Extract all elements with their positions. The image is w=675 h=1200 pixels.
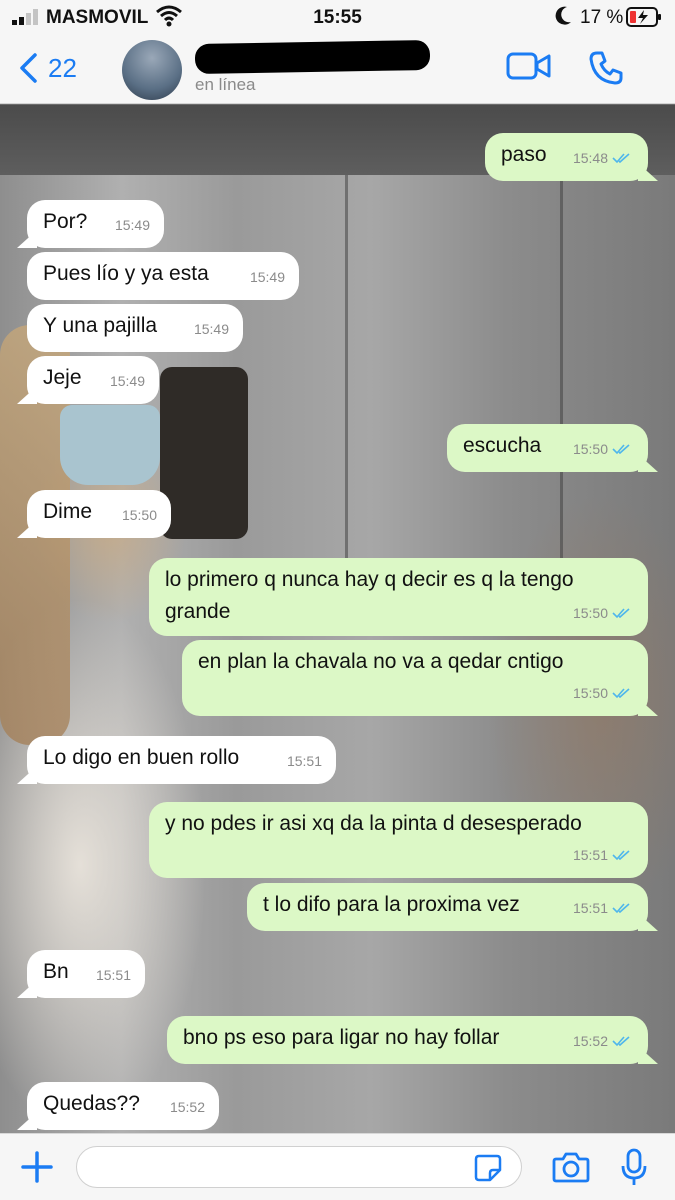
message-meta: 15:48	[573, 142, 632, 174]
read-ticks-icon	[612, 153, 630, 164]
message-time: 15:50	[572, 441, 608, 457]
read-ticks-icon	[612, 903, 630, 914]
message-time: 15:50	[572, 605, 608, 621]
message-time: 15:49	[249, 269, 285, 285]
message-incoming[interactable]: Bn 15:51	[27, 950, 145, 998]
message-time: 15:51	[95, 967, 131, 983]
message-input[interactable]	[76, 1146, 522, 1188]
message-time: 15:51	[286, 753, 322, 769]
message-outgoing[interactable]: bno ps eso para ligar no hay follar 15:5…	[167, 1016, 648, 1064]
message-meta: 15:50	[573, 597, 632, 629]
message-time: 15:49	[109, 373, 145, 389]
status-time: 15:55	[313, 7, 362, 28]
message-incoming[interactable]: Dime 15:50	[27, 490, 171, 538]
message-text: en plan la chavala no va a qedar cntigo	[198, 650, 564, 673]
background-photo-detail	[60, 405, 160, 485]
message-text: escucha	[463, 434, 542, 457]
status-bar: MASMOVIL 15:55 17 %	[0, 0, 675, 36]
moon-icon	[555, 6, 571, 25]
message-text: Jeje	[43, 366, 82, 389]
redacted-contact-name[interactable]	[194, 39, 431, 75]
read-ticks-icon	[612, 444, 630, 455]
microphone-icon[interactable]	[620, 1148, 648, 1188]
message-text: y no pdes ir asi xq da la pinta d desesp…	[165, 812, 582, 835]
read-ticks-icon	[612, 850, 630, 861]
message-text: bno ps eso para ligar no hay follar	[183, 1026, 500, 1049]
message-outgoing[interactable]: y no pdes ir asi xq da la pinta d desesp…	[149, 802, 648, 878]
camera-icon[interactable]	[552, 1151, 590, 1183]
message-time: 15:50	[572, 685, 608, 701]
message-meta: 15:50	[573, 433, 632, 465]
message-text: Dime	[43, 500, 93, 523]
message-incoming[interactable]: Quedas?? 15:52	[27, 1082, 219, 1130]
back-button[interactable]: 22	[18, 52, 77, 84]
input-bar	[0, 1133, 675, 1200]
background-door-edge	[345, 175, 348, 595]
message-incoming[interactable]: Y una pajilla 15:49	[27, 304, 243, 352]
message-text: Y una pajilla	[43, 314, 158, 337]
message-outgoing[interactable]: t lo difo para la proxima vez 15:51	[247, 883, 648, 931]
message-text: paso	[501, 143, 547, 166]
message-time: 15:52	[169, 1099, 205, 1115]
battery-icon	[626, 7, 661, 27]
message-text: Pues lío y ya esta	[43, 262, 209, 285]
read-ticks-icon	[612, 1036, 630, 1047]
unread-count: 22	[48, 52, 77, 83]
read-ticks-icon	[612, 688, 630, 699]
background-photo-detail	[160, 367, 248, 539]
presence-status: en línea	[195, 75, 256, 94]
message-text: Por?	[43, 210, 88, 233]
message-text: lo primero q nunca hay q decir es q la t…	[165, 568, 574, 623]
message-meta: 15:51	[573, 839, 632, 871]
background-door-edge	[560, 175, 563, 595]
contact-avatar[interactable]	[122, 40, 182, 100]
message-incoming[interactable]: Por? 15:49	[27, 200, 164, 248]
plus-icon[interactable]	[20, 1150, 54, 1184]
read-ticks-icon	[612, 608, 630, 619]
message-meta: 15:52	[573, 1025, 632, 1057]
message-incoming[interactable]: Jeje 15:49	[27, 356, 159, 404]
message-time: 15:50	[121, 507, 157, 523]
message-text: Lo digo en buen rollo	[43, 746, 240, 769]
message-meta: 15:51	[573, 892, 632, 924]
phone-call-icon[interactable]	[588, 50, 624, 86]
message-time: 15:49	[193, 321, 229, 337]
message-incoming[interactable]: Lo digo en buen rollo 15:51	[27, 736, 336, 784]
message-outgoing[interactable]: paso 15:48	[485, 133, 648, 181]
message-text: Bn	[43, 960, 69, 983]
sticker-icon[interactable]	[474, 1154, 502, 1182]
message-incoming[interactable]: Pues lío y ya esta 15:49	[27, 252, 299, 300]
message-time: 15:51	[572, 847, 608, 863]
message-text: Quedas??	[43, 1092, 140, 1115]
message-time: 15:51	[572, 900, 608, 916]
message-outgoing[interactable]: escucha 15:50	[447, 424, 648, 472]
message-outgoing[interactable]: lo primero q nunca hay q decir es q la t…	[149, 558, 648, 636]
battery-percent: 17 %	[580, 7, 624, 28]
message-time: 15:49	[114, 217, 150, 233]
chevron-left-icon	[20, 53, 37, 83]
message-time: 15:52	[572, 1033, 608, 1049]
top-bar: MASMOVIL 15:55 17 % 22 en línea	[0, 0, 675, 104]
message-outgoing[interactable]: en plan la chavala no va a qedar cntigo …	[182, 640, 648, 716]
message-meta: 15:50	[573, 677, 632, 709]
message-text: t lo difo para la proxima vez	[263, 893, 520, 916]
video-call-icon[interactable]	[506, 50, 552, 82]
message-time: 15:48	[572, 150, 608, 166]
